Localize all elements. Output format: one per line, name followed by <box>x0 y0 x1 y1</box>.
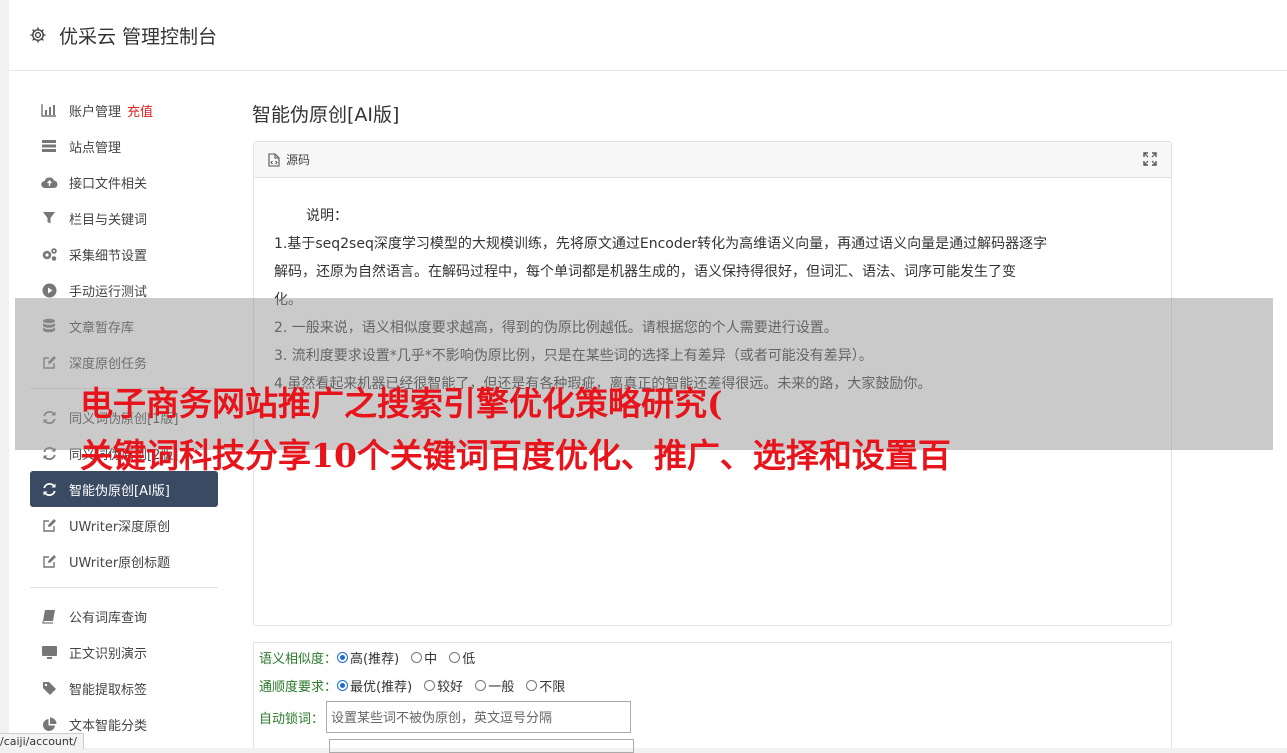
app-title: 优采云 管理控制台 <box>59 25 218 48</box>
refresh-icon <box>40 480 58 498</box>
monitor-icon <box>40 643 58 661</box>
sidebar-item-label: 接口文件相关 <box>69 176 148 192</box>
sidebar-item-interface-files[interactable]: 接口文件相关 <box>30 164 218 200</box>
sidebar-item-label: 栏目与关键词 <box>69 212 148 228</box>
sidebar-item-label: 采集细节设置 <box>69 248 148 264</box>
sidebar-item-collect-settings[interactable]: 采集细节设置 <box>30 236 218 272</box>
overlay-headline-line2: 关键词科技分享10个关键词百度优化、推广、选择和设置百 <box>80 436 951 475</box>
play-circle-icon <box>40 281 58 299</box>
sidebar-item-account[interactable]: 账户管理 充值 <box>30 92 218 128</box>
panel-header-label: 源码 <box>286 153 311 167</box>
sidebar-item-label: UWriter深度原创 <box>69 519 171 535</box>
sidebar-divider <box>30 587 218 588</box>
edit-icon <box>40 516 58 534</box>
fluency-option-good[interactable]: 较好 <box>424 676 463 695</box>
sidebar-item-label: 站点管理 <box>69 140 122 156</box>
description-heading: 说明： <box>306 208 348 224</box>
sidebar-item-label: 公有词库查询 <box>69 610 148 626</box>
overlay-headline: 电子商务网站推广之搜索引擎优化策略研究( 关键词科技分享10个关键词百度优化、推… <box>80 378 1280 482</box>
lock-words-label: 自动锁词： <box>259 711 325 727</box>
sidebar-item-label: 账户管理 <box>69 104 122 120</box>
radio-checked[interactable] <box>337 651 349 663</box>
document-icon <box>268 152 280 167</box>
server-icon <box>40 137 58 155</box>
sidebar-item-label: 智能伪原创[AI版] <box>69 483 170 499</box>
sidebar-item-label: 智能提取标签 <box>69 682 148 698</box>
sidebar-item-label: 文本智能分类 <box>69 718 148 734</box>
radio[interactable] <box>411 651 423 663</box>
option-label: 最优(推荐) <box>350 679 413 695</box>
lock-words-input[interactable] <box>326 701 632 733</box>
similarity-option-medium[interactable]: 中 <box>411 648 437 667</box>
book-icon <box>40 607 58 625</box>
sidebar-item-columns-keywords[interactable]: 栏目与关键词 <box>30 200 218 236</box>
option-label: 较好 <box>437 679 464 695</box>
radio-checked[interactable] <box>337 679 349 691</box>
cloud-upload-icon <box>40 173 58 191</box>
recharge-link[interactable]: 充值 <box>127 101 153 120</box>
fluency-row: 通顺度要求： 最优(推荐) 较好 一般 不限 <box>254 671 1171 699</box>
sidebar-item-extract-tags[interactable]: 智能提取标签 <box>30 670 218 706</box>
sidebar-item-label: 正文识别演示 <box>69 646 148 662</box>
lock-words-row: 自动锁词： <box>254 699 1171 735</box>
status-bar-url: /caiji/account/ <box>0 733 84 749</box>
radio[interactable] <box>475 679 487 691</box>
page-title: 智能伪原创[AI版] <box>252 104 400 126</box>
radio[interactable] <box>526 679 538 691</box>
sidebar-item-sites[interactable]: 站点管理 <box>30 128 218 164</box>
bar-chart-icon <box>40 101 58 119</box>
option-label: 中 <box>424 651 438 667</box>
top-header: 优采云 管理控制台 <box>9 0 1287 71</box>
gear-icon <box>29 24 51 46</box>
panel-header: 源码 <box>254 142 1171 178</box>
similarity-option-high[interactable]: 高(推荐) <box>337 648 399 667</box>
expand-icon[interactable] <box>1143 152 1157 169</box>
description-line: 解码，还原为自然语言。在解码过程中，每个单词都是机器生成的，语义保持得很好，但词… <box>274 264 1016 280</box>
secondary-input[interactable] <box>329 739 634 753</box>
radio[interactable] <box>449 651 461 663</box>
option-label: 一般 <box>488 679 515 695</box>
option-label: 不限 <box>539 679 566 695</box>
overlay-headline-line1: 电子商务网站推广之搜索引擎优化策略研究( <box>80 384 723 423</box>
fluency-option-any[interactable]: 不限 <box>526 676 565 695</box>
sidebar-item-uwriter-deep[interactable]: UWriter深度原创 <box>30 507 218 543</box>
similarity-option-low[interactable]: 低 <box>449 648 475 667</box>
fluency-option-normal[interactable]: 一般 <box>475 676 514 695</box>
option-label: 低 <box>462 651 476 667</box>
sidebar-item-label: 手动运行测试 <box>69 284 148 300</box>
sidebar-item-label: UWriter原创标题 <box>69 555 171 571</box>
radio[interactable] <box>424 679 436 691</box>
sidebar-item-public-lexicon[interactable]: 公有词库查询 <box>30 598 218 634</box>
description-line: 1.基于seq2seq深度学习模型的大规模训练，先将原文通过Encoder转化为… <box>274 236 1048 252</box>
fluency-option-best[interactable]: 最优(推荐) <box>337 676 412 695</box>
edit-icon <box>40 552 58 570</box>
tag-icon <box>40 679 58 697</box>
pie-chart-icon <box>40 715 58 733</box>
filter-icon <box>40 209 58 227</box>
sidebar-item-text-recognition[interactable]: 正文识别演示 <box>30 634 218 670</box>
similarity-row: 语义相似度： 高(推荐) 中 低 <box>254 643 1171 671</box>
option-label: 高(推荐) <box>350 651 400 667</box>
cogs-icon <box>40 245 58 263</box>
options-form: 语义相似度： 高(推荐) 中 低 通顺度要求： 最优(推荐) 较好 一般 不限 … <box>253 642 1172 753</box>
fluency-label: 通顺度要求： <box>259 679 338 695</box>
sidebar-item-uwriter-title[interactable]: UWriter原创标题 <box>30 543 218 579</box>
similarity-label: 语义相似度： <box>259 651 338 667</box>
